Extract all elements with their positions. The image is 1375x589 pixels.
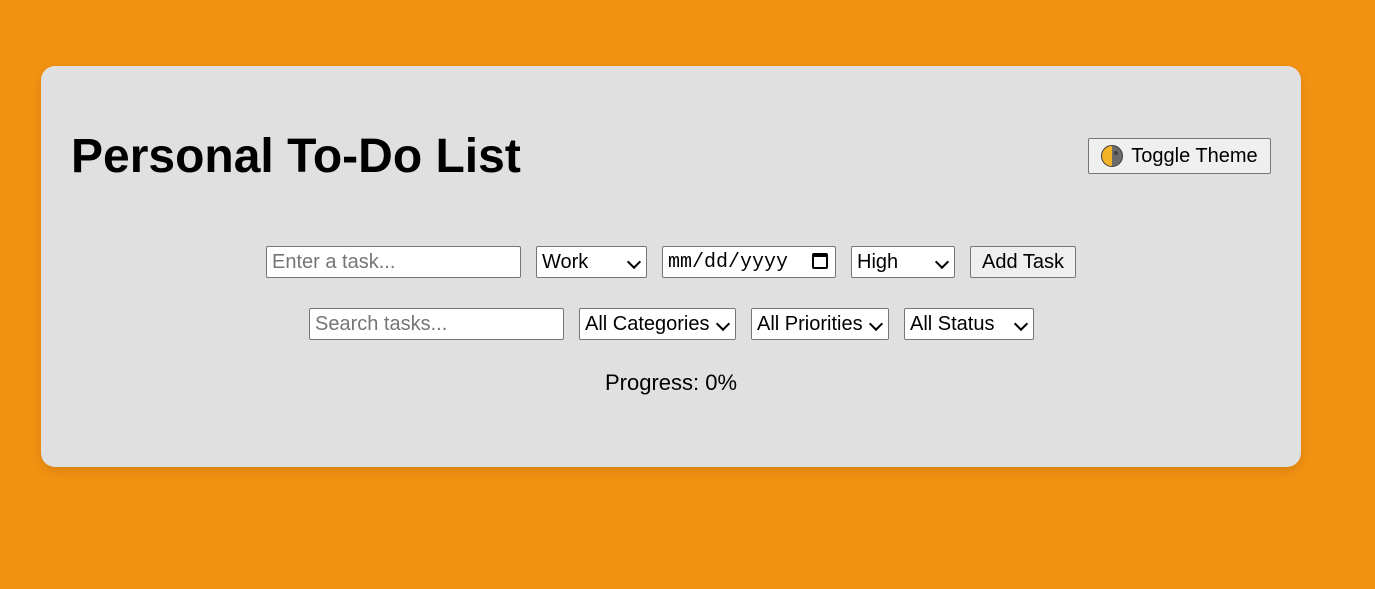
category-select-wrapper: Work xyxy=(536,246,647,278)
category-filter-wrapper: All Categories xyxy=(579,308,736,340)
status-filter-wrapper: All Status xyxy=(904,308,1034,340)
search-input[interactable] xyxy=(309,308,564,340)
add-task-button[interactable]: Add Task xyxy=(970,246,1076,278)
category-select[interactable]: Work xyxy=(536,246,647,278)
priority-select[interactable]: High xyxy=(851,246,955,278)
toggle-theme-label: Toggle Theme xyxy=(1131,144,1258,167)
date-placeholder: mm/dd/yyyy xyxy=(668,250,789,274)
priority-filter-wrapper: All Priorities xyxy=(751,308,889,340)
priority-filter-select[interactable]: All Priorities xyxy=(751,308,889,340)
toggle-theme-button[interactable]: Toggle Theme xyxy=(1088,138,1271,174)
half-moon-icon xyxy=(1101,145,1124,167)
task-input[interactable] xyxy=(266,246,521,278)
due-date-input[interactable]: mm/dd/yyyy xyxy=(662,246,836,278)
page-title: Personal To-Do List xyxy=(71,130,521,183)
priority-select-wrapper: High xyxy=(851,246,955,278)
calendar-icon[interactable] xyxy=(812,253,828,269)
progress-text: Progress: 0% xyxy=(604,370,738,395)
category-filter-select[interactable]: All Categories xyxy=(579,308,736,340)
todo-card: Personal To-Do List Toggle Theme Work mm… xyxy=(41,66,1301,467)
status-filter-select[interactable]: All Status xyxy=(904,308,1034,340)
